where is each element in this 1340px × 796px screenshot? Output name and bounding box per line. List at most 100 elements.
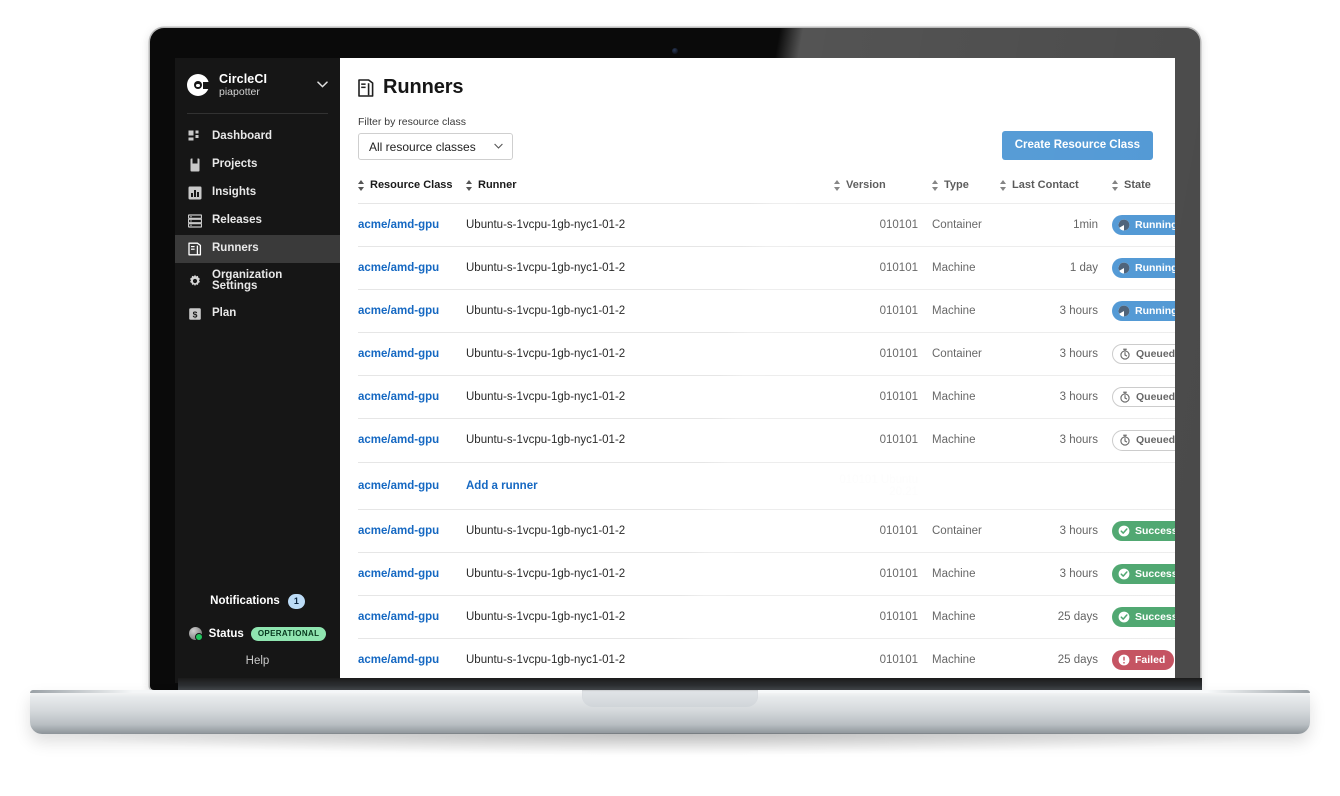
cell-version: 010101 bbox=[826, 594, 918, 639]
add-a-runner-link[interactable]: Add a runner bbox=[466, 480, 538, 492]
cell-runner: Ubuntu-s-1vcpu-1gb-nyc1-01-2 bbox=[466, 638, 826, 682]
table-body: acme/amd-gpu Ubuntu-s-1vcpu-1gb-nyc1-01-2… bbox=[358, 202, 1175, 682]
resource-class-link[interactable]: acme/amd-gpu bbox=[358, 348, 439, 360]
cell-runner: Add a runner bbox=[466, 461, 826, 510]
sidebar-item-dashboard[interactable]: Dashboard bbox=[175, 123, 340, 151]
column-header-last-contact[interactable]: Last Contact bbox=[992, 179, 1098, 204]
status-badge-label: Failed bbox=[1135, 654, 1166, 667]
resource-class-link[interactable]: acme/amd-gpu bbox=[358, 391, 439, 403]
table-row[interactable]: acme/amd-gpu Ubuntu-s-1vcpu-1gb-nyc1-01-2… bbox=[358, 638, 1175, 682]
cell-version: 010101 bbox=[826, 508, 918, 553]
cell-resource-class: acme/amd-gpu bbox=[358, 245, 466, 290]
resource-class-link[interactable]: acme/amd-gpu bbox=[358, 262, 439, 274]
help-link[interactable]: Help bbox=[185, 655, 330, 667]
table-row[interactable]: acme/amd-gpu Ubuntu-s-1vcpu-1gb-nyc1-01-2… bbox=[358, 202, 1175, 247]
toolbar: Filter by resource class All resource cl… bbox=[358, 116, 1153, 160]
column-label: Version bbox=[846, 179, 886, 191]
sort-icon[interactable] bbox=[834, 179, 841, 191]
sidebar-item-label: Dashboard bbox=[212, 130, 273, 142]
stopwatch-icon bbox=[1120, 435, 1130, 447]
cell-last-contact: 1 day bbox=[992, 245, 1098, 290]
cell-state: Running bbox=[1098, 202, 1175, 247]
column-label: Last Contact bbox=[1012, 179, 1079, 191]
table-row[interactable]: acme/amd-gpu Ubuntu-s-1vcpu-1gb-nyc1-01-2… bbox=[358, 508, 1175, 553]
cell-type: Container bbox=[918, 508, 992, 553]
table-row[interactable]: acme/amd-gpu Ubuntu-s-1vcpu-1gb-nyc1-01-2… bbox=[358, 288, 1175, 333]
status-badge-label: Success bbox=[1135, 567, 1175, 580]
gear-icon bbox=[188, 274, 202, 288]
filter-label: Filter by resource class bbox=[358, 116, 466, 128]
resource-class-filter: Filter by resource class All resource cl… bbox=[358, 116, 513, 160]
sidebar-item-plan[interactable]: $ Plan bbox=[175, 300, 340, 328]
releases-icon bbox=[188, 214, 202, 228]
table-row[interactable]: acme/amd-gpu Ubuntu-s-1vcpu-1gb-nyc1-01-2… bbox=[358, 245, 1175, 290]
status-badge-label: Queued bbox=[1136, 391, 1175, 404]
insights-icon bbox=[188, 186, 202, 200]
cell-resource-class: acme/amd-gpu bbox=[358, 202, 466, 247]
column-header-state[interactable]: State bbox=[1098, 179, 1175, 204]
cell-resource-class: acme/amd-gpu bbox=[358, 508, 466, 553]
sort-icon[interactable] bbox=[358, 179, 365, 191]
resource-class-link[interactable]: acme/amd-gpu bbox=[358, 480, 439, 492]
runner-name: Ubuntu-s-1vcpu-1gb-nyc1-01-2 bbox=[466, 261, 626, 274]
sort-icon[interactable] bbox=[1000, 179, 1007, 191]
cell-resource-class: acme/amd-gpu bbox=[358, 638, 466, 682]
status-badge: OPERATIONAL bbox=[250, 626, 327, 641]
org-switcher[interactable]: CircleCI piapotter bbox=[175, 58, 340, 111]
cell-last-contact: 3 hours bbox=[992, 375, 1098, 419]
sidebar-item-label: Plan bbox=[212, 307, 237, 319]
resource-class-link[interactable]: acme/amd-gpu bbox=[358, 434, 439, 446]
resource-class-link[interactable]: acme/amd-gpu bbox=[358, 611, 439, 623]
sort-icon[interactable] bbox=[466, 179, 473, 191]
check-circle-icon bbox=[1118, 611, 1130, 623]
sidebar-item-insights[interactable]: Insights bbox=[175, 179, 340, 207]
column-label: Type bbox=[944, 179, 969, 191]
sidebar-item-runners[interactable]: Runners bbox=[175, 234, 340, 263]
sidebar-item-releases[interactable]: Releases bbox=[175, 207, 340, 235]
runner-name: Ubuntu-s-1vcpu-1gb-nyc1-01-2 bbox=[466, 567, 626, 580]
runners-page-icon bbox=[358, 78, 374, 97]
sort-icon[interactable] bbox=[932, 179, 939, 191]
resource-class-link[interactable]: acme/amd-gpu bbox=[358, 568, 439, 580]
resource-class-link[interactable]: acme/amd-gpu bbox=[358, 654, 439, 666]
sidebar-item-organization-settings[interactable]: Organization Settings bbox=[175, 263, 340, 300]
status-badge: Queued bbox=[1112, 387, 1175, 408]
resource-class-link[interactable]: acme/amd-gpu bbox=[358, 219, 439, 231]
cell-runner: Ubuntu-s-1vcpu-1gb-nyc1-01-2 bbox=[466, 332, 826, 376]
column-header-type[interactable]: Type bbox=[918, 179, 992, 204]
column-header-version[interactable]: Version bbox=[826, 179, 918, 204]
create-resource-class-button[interactable]: Create Resource Class bbox=[1001, 131, 1153, 160]
cell-resource-class: acme/amd-gpu bbox=[358, 594, 466, 639]
table-row[interactable]: acme/amd-gpu Ubuntu-s-1vcpu-1gb-nyc1-01-2… bbox=[358, 375, 1175, 419]
column-header-resource-class[interactable]: Resource Class bbox=[358, 179, 466, 204]
stopwatch-icon bbox=[1120, 348, 1130, 360]
table-row[interactable]: acme/amd-gpu Add a runner 010101 Ubuntu 20… bbox=[358, 461, 1175, 510]
table-row[interactable]: acme/amd-gpu Ubuntu-s-1vcpu-1gb-nyc1-01-2… bbox=[358, 418, 1175, 463]
notifications-row[interactable]: Notifications 1 bbox=[185, 588, 330, 622]
column-header-runner[interactable]: Runner bbox=[466, 179, 826, 204]
check-circle-icon bbox=[1118, 525, 1130, 537]
cell-state: Success bbox=[1098, 508, 1175, 553]
resource-class-link[interactable]: acme/amd-gpu bbox=[358, 525, 439, 537]
table-row[interactable]: acme/amd-gpu Ubuntu-s-1vcpu-1gb-nyc1-01-2… bbox=[358, 594, 1175, 639]
ghost-text: 010101 Ubuntu 20.21 bbox=[839, 473, 918, 498]
notifications-count-badge: 1 bbox=[287, 594, 305, 609]
dashboard-icon bbox=[188, 130, 202, 144]
sidebar-item-projects[interactable]: Projects bbox=[175, 151, 340, 179]
resource-class-select-value: All resource classes bbox=[369, 139, 476, 154]
resource-class-select[interactable]: All resource classes bbox=[358, 133, 513, 160]
sidebar: CircleCI piapotter Dashboard Projects In… bbox=[175, 58, 340, 683]
resource-class-link[interactable]: acme/amd-gpu bbox=[358, 305, 439, 317]
sort-icon[interactable] bbox=[1112, 179, 1119, 191]
chevron-down-icon[interactable] bbox=[317, 79, 330, 91]
cell-version: 010101 bbox=[826, 638, 918, 682]
cell-type: Container bbox=[918, 332, 992, 376]
table-row[interactable]: acme/amd-gpu Ubuntu-s-1vcpu-1gb-nyc1-01-2… bbox=[358, 551, 1175, 596]
cell-version: 010101 Ubuntu 20.21 bbox=[826, 461, 918, 510]
cell-runner: Ubuntu-s-1vcpu-1gb-nyc1-01-2 bbox=[466, 202, 826, 247]
column-label: State bbox=[1124, 179, 1151, 191]
status-row[interactable]: Status OPERATIONAL bbox=[185, 623, 330, 655]
notifications-label: Notifications bbox=[210, 595, 280, 608]
cell-runner: Ubuntu-s-1vcpu-1gb-nyc1-01-2 bbox=[466, 418, 826, 463]
table-row[interactable]: acme/amd-gpu Ubuntu-s-1vcpu-1gb-nyc1-01-2… bbox=[358, 332, 1175, 376]
